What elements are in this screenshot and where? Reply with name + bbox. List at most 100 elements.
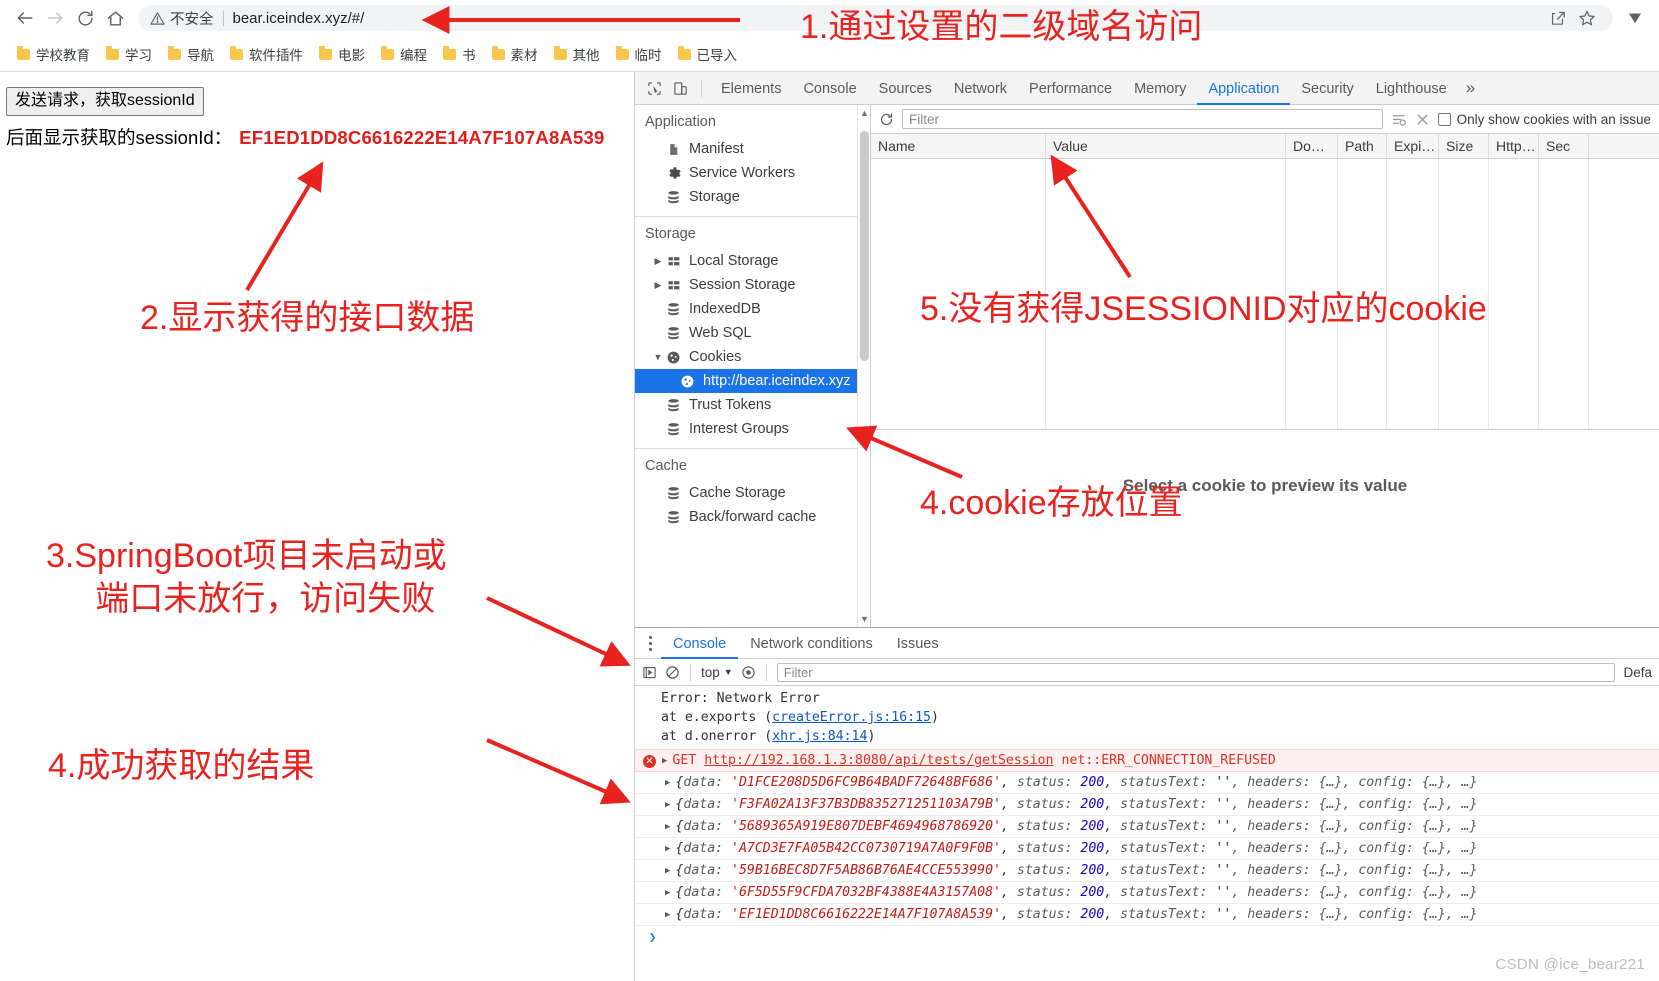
tab-lighthouse[interactable]: Lighthouse	[1365, 74, 1458, 105]
expand-arrow-icon[interactable]: ▶	[665, 844, 670, 854]
col-name[interactable]: Name	[871, 134, 1046, 158]
stack-line: at d.onerror (xhr.js:84:14)	[661, 729, 876, 745]
object-status: 200	[1080, 797, 1105, 813]
star-icon[interactable]	[1573, 4, 1601, 32]
tab-console[interactable]: Console	[792, 74, 867, 105]
source-link[interactable]: createError.js:16:15	[772, 710, 931, 725]
bookmark-item[interactable]: 素材	[485, 41, 545, 67]
sidebar-item-session-storage[interactable]: ▶ Session Storage	[635, 273, 870, 297]
bookmark-item[interactable]: 临时	[609, 41, 669, 67]
bookmark-item[interactable]: 书	[436, 41, 483, 67]
sidebar-item-web-sql[interactable]: Web SQL	[635, 321, 870, 345]
eye-icon[interactable]	[741, 665, 756, 680]
col-domain[interactable]: Do…	[1286, 134, 1338, 158]
scrollbar-thumb[interactable]	[860, 131, 869, 361]
table-column	[1387, 159, 1439, 429]
col-httponly[interactable]: Http…	[1489, 134, 1539, 158]
sidebar-item-cookies[interactable]: ▼ Cookies	[635, 345, 870, 369]
folder-icon	[553, 46, 567, 60]
sidebar-item-cookie-origin[interactable]: http://bear.iceindex.xyz	[635, 369, 870, 393]
share-icon[interactable]	[1543, 4, 1571, 32]
tab-application[interactable]: Application	[1197, 74, 1291, 105]
home-button[interactable]	[100, 3, 130, 33]
drawer-tab-network-conditions[interactable]: Network conditions	[738, 630, 885, 659]
sidebar-label: Cookies	[689, 349, 742, 365]
only-show-issues-checkbox[interactable]	[1437, 112, 1451, 126]
tab-memory[interactable]: Memory	[1123, 74, 1197, 105]
tab-security[interactable]: Security	[1290, 74, 1364, 105]
console-filter-input[interactable]	[776, 662, 1616, 682]
refresh-icon[interactable]	[879, 112, 894, 127]
expand-arrow-icon[interactable]: ▶	[665, 910, 670, 920]
folder-icon	[168, 46, 181, 60]
cookie-filter-input[interactable]	[902, 109, 1383, 129]
sidebar-scrollbar[interactable]: ▲ ▼	[857, 105, 870, 627]
expand-arrow-icon[interactable]: ▶	[665, 822, 670, 832]
bookmark-item[interactable]: 学校教育	[10, 41, 97, 67]
request-url[interactable]: http://192.168.1.3:8080/api/tests/getSes…	[704, 753, 1053, 768]
chevron-right-icon[interactable]: ▶	[653, 256, 663, 267]
back-button[interactable]	[10, 3, 40, 33]
sidebar-item-cache-storage[interactable]: Cache Storage	[635, 481, 870, 505]
col-value[interactable]: Value	[1046, 134, 1286, 158]
more-options-icon[interactable]	[639, 635, 661, 651]
forward-button[interactable]	[40, 3, 70, 33]
sidebar-group-application: Application	[645, 114, 716, 130]
tab-elements[interactable]: Elements	[710, 74, 792, 105]
sidebar-item-local-storage[interactable]: ▶ Local Storage	[635, 249, 870, 273]
console-toolbar: top ▼ Defa	[635, 659, 1659, 686]
sidebar-item-interest-groups[interactable]: Interest Groups	[635, 417, 870, 441]
clear-all-cookies-icon[interactable]	[1415, 112, 1430, 127]
bookmark-item[interactable]: 其他	[547, 41, 607, 67]
browser-menu-button[interactable]	[1621, 4, 1649, 32]
drawer-tab-console[interactable]: Console	[661, 630, 739, 659]
drawer-tab-issues[interactable]: Issues	[885, 630, 951, 659]
execute-icon[interactable]	[642, 665, 657, 680]
chevron-right-icon[interactable]: ▶	[653, 280, 663, 291]
console-prompt[interactable]: ❯	[635, 926, 1659, 948]
tab-performance[interactable]: Performance	[1018, 74, 1123, 105]
sidebar-item-manifest[interactable]: Manifest	[635, 137, 870, 161]
address-bar[interactable]: 不安全 bear.iceindex.xyz/#/	[138, 5, 1613, 31]
col-path[interactable]: Path	[1338, 134, 1387, 158]
expand-arrow-icon[interactable]: ▶	[665, 888, 670, 898]
sidebar-item-storage[interactable]: Storage	[635, 185, 870, 209]
bookmark-item[interactable]: 电影	[312, 41, 372, 67]
bookmark-item[interactable]: 已导入	[671, 41, 745, 67]
sidebar-item-trust-tokens[interactable]: Trust Tokens	[635, 393, 870, 417]
clear-filters-icon[interactable]	[1391, 112, 1407, 127]
console-levels-selector[interactable]: Defa	[1623, 665, 1652, 680]
only-show-issues-checkbox-wrap[interactable]: Only show cookies with an issue	[1437, 112, 1651, 127]
clear-console-icon[interactable]	[665, 665, 680, 680]
sidebar-item-service-workers[interactable]: Service Workers	[635, 161, 870, 185]
col-expires[interactable]: Expi…	[1387, 134, 1439, 158]
bookmark-item[interactable]: 学习	[99, 41, 159, 67]
col-secure[interactable]: Sec	[1539, 134, 1589, 158]
source-link[interactable]: xhr.js:84:14	[772, 729, 867, 744]
reload-button[interactable]	[70, 3, 100, 33]
expand-arrow-icon[interactable]: ▶	[665, 778, 670, 788]
bookmark-item[interactable]: 编程	[374, 41, 434, 67]
url-text: bear.iceindex.xyz/#/	[232, 9, 365, 27]
expand-arrow-icon[interactable]: ▶	[665, 800, 670, 810]
bookmark-item[interactable]: 导航	[161, 41, 221, 67]
expand-arrow-icon[interactable]: ▶	[662, 756, 667, 766]
chevron-down-icon: ▼	[723, 667, 733, 677]
scroll-up-arrow-icon[interactable]: ▲	[860, 107, 869, 119]
inspect-element-icon[interactable]	[641, 75, 667, 101]
scroll-down-arrow-icon[interactable]: ▼	[860, 613, 869, 625]
tab-sources[interactable]: Sources	[868, 74, 943, 105]
col-size[interactable]: Size	[1439, 134, 1489, 158]
chevron-down-icon[interactable]: ▼	[653, 352, 663, 362]
sidebar-group-storage: Storage	[645, 226, 696, 242]
devtools-tabbar: Elements Console Sources Network Perform…	[635, 72, 1659, 105]
bookmark-item[interactable]: 软件插件	[223, 41, 310, 67]
tab-network[interactable]: Network	[943, 74, 1018, 105]
send-request-button[interactable]: 发送请求，获取sessionId	[6, 87, 204, 116]
device-toolbar-icon[interactable]	[667, 75, 693, 101]
sidebar-item-back-forward-cache[interactable]: Back/forward cache	[635, 505, 870, 529]
console-context-selector[interactable]: top ▼	[701, 665, 733, 680]
sidebar-item-indexeddb[interactable]: IndexedDB	[635, 297, 870, 321]
more-tabs-icon[interactable]: »	[1458, 78, 1483, 98]
expand-arrow-icon[interactable]: ▶	[665, 866, 670, 876]
